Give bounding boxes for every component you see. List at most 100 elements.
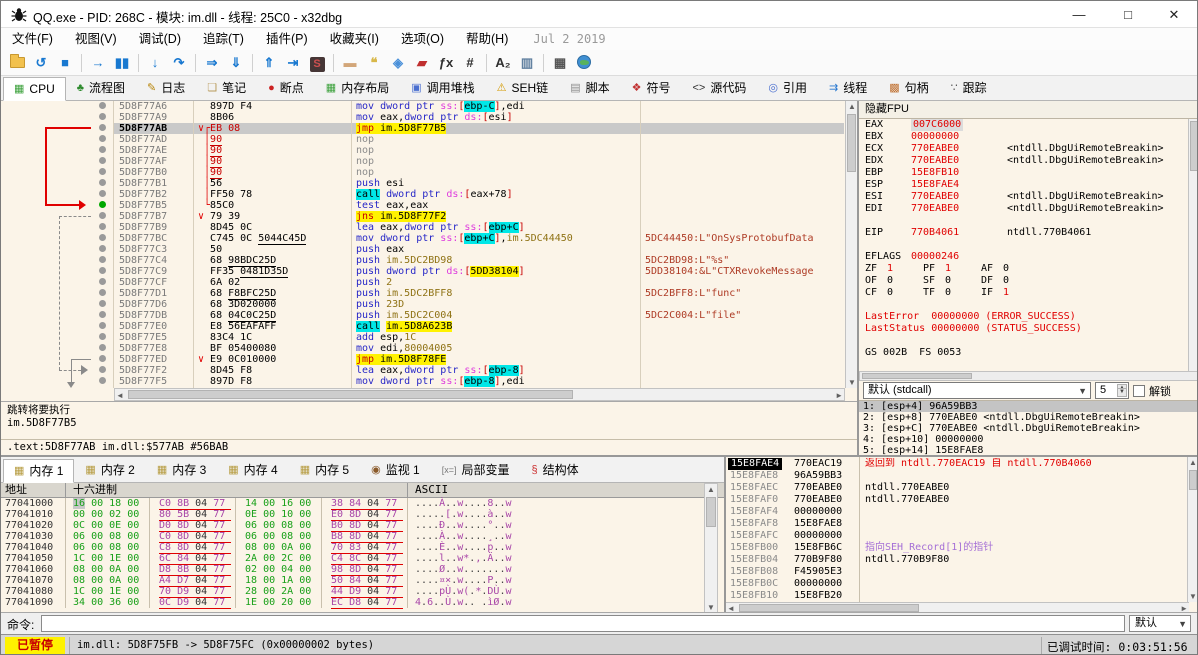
registers-vertical-scrollbar[interactable]	[1188, 119, 1197, 371]
globe-icon[interactable]	[573, 53, 595, 73]
disasm-row[interactable]: 5D8F77AD │90 nop	[1, 134, 857, 146]
disasm-row[interactable]: 5D8F77CF 6A 02 push 2	[1, 277, 857, 288]
tab-跟踪[interactable]: ∵ 跟踪	[940, 76, 998, 100]
calling-convention-select[interactable]: 默认 (stdcall) ▼	[863, 382, 1091, 399]
call-arguments-list[interactable]: 1: [esp+4] 96A59BB3 2: [esp+8] 770EABE0 <…	[859, 400, 1197, 455]
menu-item-3[interactable]: 追踪(T)	[192, 28, 255, 50]
tab-断点[interactable]: ● 断点	[257, 76, 315, 100]
register-row[interactable]: EBX 00000000	[859, 131, 1197, 143]
disasm-row[interactable]: 5D8F77B0 │90 nop	[1, 167, 857, 179]
argument-count-spinner[interactable]: 5 ▲▼	[1095, 382, 1129, 399]
maximize-button[interactable]: □	[1105, 1, 1151, 28]
stack-row[interactable]: 15E8FAF0 770EABE0 ntdll.770EABE0	[726, 494, 1187, 506]
run-to-selection-icon[interactable]: ⇒	[201, 53, 223, 73]
label-icon[interactable]: ◈	[387, 53, 409, 73]
memory-dump-pane[interactable]: ▦ 内存 1 ▦ 内存 2 ▦ 内存 3 ▦ 内存 4 ▦ 内存 5 ◉ 监视 1 [x=] 局部变量 § 结…	[1, 457, 724, 614]
tab-CPU[interactable]: ▦ CPU	[3, 77, 66, 101]
dump-row[interactable]: 77041050 1C 00 1E 00 6C 84 04 77 2A 00 2C 0…	[1, 553, 724, 565]
stack-row[interactable]: 15E8FB08 F45905E3	[726, 566, 1187, 578]
disasm-row[interactable]: 5D8F77B5 └85C0 test eax,eax	[1, 200, 857, 211]
dump-row[interactable]: 77041000 16 00 18 00 C0 8B 04 77 14 00 16 0…	[1, 498, 724, 510]
dump-row[interactable]: 77041040 06 00 08 00 C8 8D 04 77 08 00 0A 0…	[1, 542, 724, 554]
disasm-row[interactable]: 5D8F77E0 E8 56EAFAFF call im.5D8A623B	[1, 321, 857, 332]
register-row[interactable]: ESI 770EABE0 <ntdll.DbgUiRemoteBreakin>	[859, 191, 1197, 203]
dump-tab-内存 3[interactable]: ▦ 内存 3	[146, 458, 217, 482]
disassembly-view[interactable]: 5D8F77A6 897D F4 mov dword ptr ss:[ebp-C]…	[1, 101, 857, 455]
strings-icon[interactable]: A₂	[492, 53, 514, 73]
dump-tab-局部变量[interactable]: [x=] 局部变量	[431, 458, 521, 482]
stack-row[interactable]: 15E8FB10 15E8FB20	[726, 590, 1187, 602]
menu-item-4[interactable]: 插件(P)	[255, 28, 319, 50]
dump-row[interactable]: 77041030 06 00 08 00 C0 8D 04 77 06 00 08 0…	[1, 531, 724, 543]
modules-icon[interactable]: ▥	[516, 53, 538, 73]
disasm-row[interactable]: 5D8F77AF │90 nop	[1, 156, 857, 168]
disasm-row[interactable]: 5D8F77E5 83C4 1C add esp,1C	[1, 332, 857, 343]
seh-chain-icon[interactable]: S	[306, 53, 328, 73]
stack-row[interactable]: 15E8FAE4 770EAC19 返回到 ntdll.770EAC19 自 ntd…	[726, 458, 1187, 470]
restart-icon[interactable]: ↺	[30, 53, 52, 73]
call-argument-row[interactable]: 3: [esp+C] 770EABE0 <ntdll.DbgUiRemoteBr…	[859, 423, 1197, 434]
register-row[interactable]: EBP 15E8FB10	[859, 167, 1197, 179]
tab-线程[interactable]: ⇉ 线程	[818, 76, 878, 100]
tab-SEH链[interactable]: ⚠ SEH链	[486, 76, 560, 100]
stack-row[interactable]: 15E8FB00 15E8FB6C 指向SEH_Record[1]的指针	[726, 542, 1187, 554]
tab-日志[interactable]: ✎ 日志	[136, 76, 196, 100]
menu-item-6[interactable]: 选项(O)	[390, 28, 455, 50]
tab-引用[interactable]: ◎ 引用	[757, 76, 818, 100]
disasm-row[interactable]: 5D8F77C3 50 push eax	[1, 244, 857, 255]
run-to-user-code-icon[interactable]: ⇥	[282, 53, 304, 73]
call-argument-row[interactable]: 2: [esp+8] 770EABE0 <ntdll.DbgUiRemoteBr…	[859, 412, 1197, 423]
dump-tab-监视 1[interactable]: ◉ 监视 1	[360, 458, 431, 482]
tab-流程图[interactable]: ♣ 流程图	[66, 76, 136, 100]
disasm-vertical-scrollbar[interactable]: ▲ ▼	[845, 101, 857, 388]
disasm-row[interactable]: 5D8F77B9 8D45 0C lea eax,dword ptr ss:[eb…	[1, 222, 857, 233]
run-icon[interactable]: →	[87, 53, 109, 73]
memory-dump-table[interactable]: 地址 十六进制 ASCII 77041000 16 00 18 00 C0 8B 0…	[1, 483, 724, 614]
memory-vertical-scrollbar[interactable]: ▲ ▼	[704, 483, 718, 614]
tab-内存布局[interactable]: ▦ 内存布局	[315, 76, 400, 100]
call-argument-row[interactable]: 4: [esp+10] 00000000	[859, 434, 1197, 445]
disasm-row[interactable]: 5D8F77C4 68 98BDC25D push im.5DC2BD98 5DC2…	[1, 255, 857, 267]
disasm-row[interactable]: 5D8F77B2 │FF50 78 call dword ptr ds:[eax+…	[1, 189, 857, 200]
tab-符号[interactable]: ❖ 符号	[621, 76, 682, 100]
pause-icon[interactable]: ▮▮	[111, 53, 133, 73]
hide-fpu-button[interactable]: 隐藏FPU	[859, 101, 1197, 119]
register-row[interactable]: EDI 770EABE0 <ntdll.DbgUiRemoteBreakin>	[859, 203, 1197, 215]
disasm-row[interactable]: 5D8F77F2 8D45 F8 lea eax,dword ptr ss:[eb…	[1, 365, 857, 376]
dump-row[interactable]: 77041070 08 00 0A 00 A4 D7 04 77 18 00 1A 0…	[1, 575, 724, 587]
register-row[interactable]: EDX 770EABE0 <ntdll.DbgUiRemoteBreakin>	[859, 155, 1197, 167]
register-row[interactable]: EIP 770B4061 ntdll.770B4061	[859, 227, 1197, 239]
dump-row[interactable]: 77041080 1C 00 1E 00 70 D9 04 77 28 00 2A 0…	[1, 586, 724, 598]
disasm-row[interactable]: 5D8F77ED ∨ E9 0C010000 jmp im.5D8F78FE	[1, 354, 857, 365]
execute-till-return-icon[interactable]: ⇑	[258, 53, 280, 73]
bookmark-icon[interactable]: ▰	[411, 53, 433, 73]
call-argument-row[interactable]: 5: [esp+14] 15E8FAE8	[859, 445, 1197, 455]
register-row[interactable]: ECX 770EABE0 <ntdll.DbgUiRemoteBreakin>	[859, 143, 1197, 155]
registers-horizontal-scrollbar[interactable]	[859, 371, 1197, 381]
call-argument-row[interactable]: 1: [esp+4] 96A59BB3	[859, 401, 1197, 412]
disasm-horizontal-scrollbar[interactable]: ◄ ►	[114, 388, 845, 401]
open-file-icon[interactable]	[6, 53, 28, 73]
close-button[interactable]: ✕	[1151, 1, 1197, 28]
calculator-icon[interactable]: ▦	[549, 53, 571, 73]
registers-pane[interactable]: 隐藏FPU EAX 007C6000 EBX 00000000 ECX 770EABE0 <…	[857, 101, 1197, 455]
unlock-checkbox[interactable]	[1133, 384, 1145, 397]
menu-item-7[interactable]: 帮助(H)	[455, 28, 519, 50]
function-icon[interactable]: ƒx	[435, 53, 457, 73]
disasm-row[interactable]: 5D8F77AE │90 nop	[1, 145, 857, 157]
command-scope-select[interactable]: 默认 ▼	[1129, 615, 1191, 632]
disasm-row[interactable]: 5D8F77A6 897D F4 mov dword ptr ss:[ebp-C]…	[1, 101, 857, 112]
stack-vertical-scrollbar[interactable]: ▲ ▼	[1187, 457, 1197, 602]
stack-row[interactable]: 15E8FAEC 770EABE0 ntdll.770EABE0	[726, 482, 1187, 494]
disasm-row[interactable]: 5D8F77E8 BF 05400080 mov edi,80004005	[1, 343, 857, 354]
dump-row[interactable]: 77041060 08 00 0A 00 D8 8B 04 77 02 00 04 0…	[1, 564, 724, 576]
disasm-row[interactable]: 5D8F77C9 FF35 0481D35D push dword ptr ds:…	[1, 266, 857, 278]
step-out-icon[interactable]: ⇓	[225, 53, 247, 73]
disasm-row[interactable]: 5D8F77F5 897D F8 mov dword ptr ss:[ebp-8]…	[1, 376, 857, 387]
command-input[interactable]	[41, 615, 1125, 632]
dump-row[interactable]: 77041090 34 00 36 00 0C D9 04 77 1E 00 20 0…	[1, 597, 724, 609]
menu-item-1[interactable]: 视图(V)	[64, 28, 128, 50]
menu-item-2[interactable]: 调试(D)	[128, 28, 192, 50]
disasm-row[interactable]: 5D8F77BC C745 0C 5044C45D mov dword ptr s…	[1, 233, 857, 245]
register-row[interactable]: ESP 15E8FAE4	[859, 179, 1197, 191]
